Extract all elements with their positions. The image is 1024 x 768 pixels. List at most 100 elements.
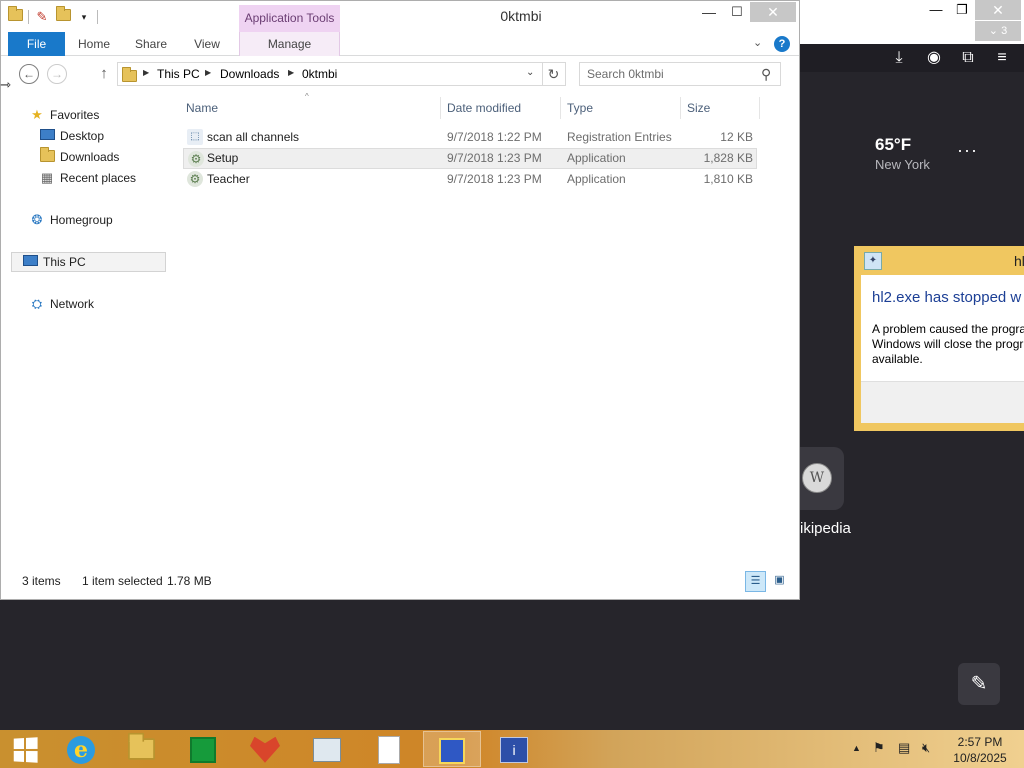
table-row[interactable]: ⚙ Teacher 9/7/2018 1:23 PM Application 1… xyxy=(183,169,757,190)
error-message-line: Windows will close the progr xyxy=(872,337,1024,351)
customize-toolbar-icon[interactable]: ▾ xyxy=(76,9,92,25)
up-button[interactable]: ↑ xyxy=(94,63,114,85)
back-button[interactable]: ← xyxy=(19,64,39,84)
extensions-icon[interactable]: ⧉ xyxy=(958,48,978,68)
large-icons-view-button[interactable]: ▣ xyxy=(769,571,790,592)
taskbar-document[interactable] xyxy=(360,731,418,767)
desktop-icon xyxy=(39,129,55,143)
folder-icon[interactable] xyxy=(7,6,23,25)
taskbar-monitor-app[interactable] xyxy=(298,731,356,767)
address-history-dropdown-icon[interactable]: ⌄ xyxy=(526,67,534,78)
breadcrumb-chevron-icon[interactable]: ▶ xyxy=(288,68,294,77)
column-header-type[interactable]: Type xyxy=(567,101,593,115)
maximize-button[interactable]: ☐ xyxy=(723,3,751,23)
properties-icon[interactable]: ✎ xyxy=(34,9,50,25)
document-icon xyxy=(378,735,400,764)
column-header-size[interactable]: Size xyxy=(687,101,710,115)
action-center-flag-icon[interactable]: ⚑ xyxy=(873,740,885,756)
breadcrumb-downloads[interactable]: Downloads xyxy=(220,67,279,81)
clock-time[interactable]: 2:57 PM xyxy=(950,735,1010,749)
homegroup-icon: ❂ xyxy=(31,212,43,227)
nav-this-pc[interactable]: This PC xyxy=(11,252,166,272)
weather-more-button[interactable]: ··· xyxy=(957,140,978,161)
table-row[interactable]: ⬚ scan all channels 9/7/2018 1:22 PM Reg… xyxy=(183,127,757,148)
nav-favorites[interactable]: ★ Favorites xyxy=(29,105,99,125)
error-dialog-title: hl xyxy=(1014,253,1024,269)
error-dialog-footer xyxy=(861,381,1024,423)
table-row[interactable]: ⚙ Setup 9/7/2018 1:23 PM Application 1,8… xyxy=(183,148,757,169)
show-hidden-icons-icon[interactable]: ▲ xyxy=(852,743,861,753)
account-icon[interactable]: ◉ xyxy=(924,48,944,68)
error-message-line: A problem caused the progra xyxy=(872,322,1024,336)
network-tray-icon[interactable]: ▤ xyxy=(898,740,910,756)
item-count: 3 items xyxy=(22,574,61,588)
nav-desktop[interactable]: Desktop xyxy=(39,126,104,146)
column-divider[interactable] xyxy=(680,97,681,119)
tab-share[interactable]: Share xyxy=(128,32,174,56)
file-name: Setup xyxy=(207,151,239,165)
nav-homegroup[interactable]: ❂ Homegroup xyxy=(29,210,113,230)
nav-downloads[interactable]: Downloads xyxy=(39,147,119,167)
file-size: 12 KB xyxy=(720,130,753,144)
taskbar-certificate-app[interactable] xyxy=(423,731,481,767)
download-icon[interactable]: ⤓ xyxy=(889,48,909,68)
minimize-button[interactable]: — xyxy=(695,3,723,23)
tab-view[interactable]: View xyxy=(184,32,230,56)
breadcrumb-chevron-icon[interactable]: ▶ xyxy=(205,68,211,77)
folder-icon xyxy=(122,67,137,82)
column-header-name[interactable]: Name xyxy=(186,101,218,115)
column-divider[interactable] xyxy=(560,97,561,119)
file-name: scan all channels xyxy=(207,130,300,144)
file-list: ^ Name Date modified Type Size ⬚ scan al… xyxy=(181,92,781,567)
close-button[interactable]: ✕ xyxy=(750,2,796,22)
background-tab-count-button[interactable]: ⌄ 3 xyxy=(975,21,1021,41)
volume-muted-icon[interactable]: 🔇︎ xyxy=(922,740,930,756)
expand-ribbon-icon[interactable]: ⌄ xyxy=(753,36,762,49)
taskbar-file-explorer[interactable] xyxy=(112,731,170,767)
search-icon[interactable]: ⚲ xyxy=(761,66,771,83)
taskbar-store[interactable] xyxy=(174,731,232,767)
selection-count: 1 item selected xyxy=(82,574,163,588)
clock-date[interactable]: 10/8/2025 xyxy=(950,751,1010,765)
column-divider[interactable] xyxy=(759,97,760,119)
nav-network[interactable]: ⛭ Network xyxy=(29,294,94,314)
start-button[interactable] xyxy=(0,731,50,767)
taskbar-system-info[interactable]: i xyxy=(485,731,543,767)
search-box[interactable]: ⚲ xyxy=(579,62,781,86)
background-maximize-button[interactable]: ❐ xyxy=(947,0,977,22)
help-icon[interactable]: ? xyxy=(774,36,790,52)
taskbar-internet-explorer[interactable]: e xyxy=(52,731,110,767)
file-name: Teacher xyxy=(207,172,250,186)
details-view-button[interactable]: ☰ xyxy=(745,571,766,592)
forward-button[interactable]: → xyxy=(47,64,67,84)
nav-recent-places[interactable]: ▦ Recent places xyxy=(39,168,136,188)
breadcrumb-current-folder[interactable]: 0ktmbi xyxy=(302,67,337,81)
background-close-button[interactable]: ✕ xyxy=(975,0,1021,20)
weather-temperature: 65°F xyxy=(875,135,912,154)
tab-manage[interactable]: Manage xyxy=(239,32,340,56)
star-icon: ★ xyxy=(31,107,43,122)
breadcrumb-chevron-icon[interactable]: ▶ xyxy=(143,68,149,77)
large-icons-view-icon: ▣ xyxy=(774,574,785,586)
column-divider[interactable] xyxy=(440,97,441,119)
breadcrumb-this-pc[interactable]: This PC xyxy=(157,67,200,81)
wikipedia-globe-icon: W xyxy=(802,463,832,493)
column-header-date-modified[interactable]: Date modified xyxy=(447,101,521,115)
tab-home[interactable]: Home xyxy=(71,32,117,56)
internet-explorer-icon: e xyxy=(67,735,95,764)
certificate-app-icon xyxy=(439,737,465,764)
tab-file[interactable]: File xyxy=(8,32,65,56)
address-bar[interactable]: ▶ This PC ▶ Downloads ▶ 0ktmbi ⌄ xyxy=(117,62,543,86)
new-folder-icon[interactable] xyxy=(55,6,71,25)
window-title: 0ktmbi xyxy=(500,8,542,24)
wikipedia-shortcut-label[interactable]: ikipedia xyxy=(800,520,851,537)
file-type: Registration Entries xyxy=(567,130,672,144)
edit-pencil-button[interactable]: ✎ xyxy=(958,663,1000,705)
ribbon-tabs: File Home Share View Manage ⌄ ? xyxy=(1,32,799,56)
taskbar-fox-app[interactable] xyxy=(236,731,294,767)
refresh-button[interactable]: ↻ xyxy=(542,62,566,86)
search-input[interactable] xyxy=(587,67,757,81)
application-tools-contextual-tab: Application Tools xyxy=(239,5,340,32)
error-message: A problem caused the progra Windows will… xyxy=(872,322,1024,367)
menu-icon[interactable]: ≡ xyxy=(992,48,1012,68)
